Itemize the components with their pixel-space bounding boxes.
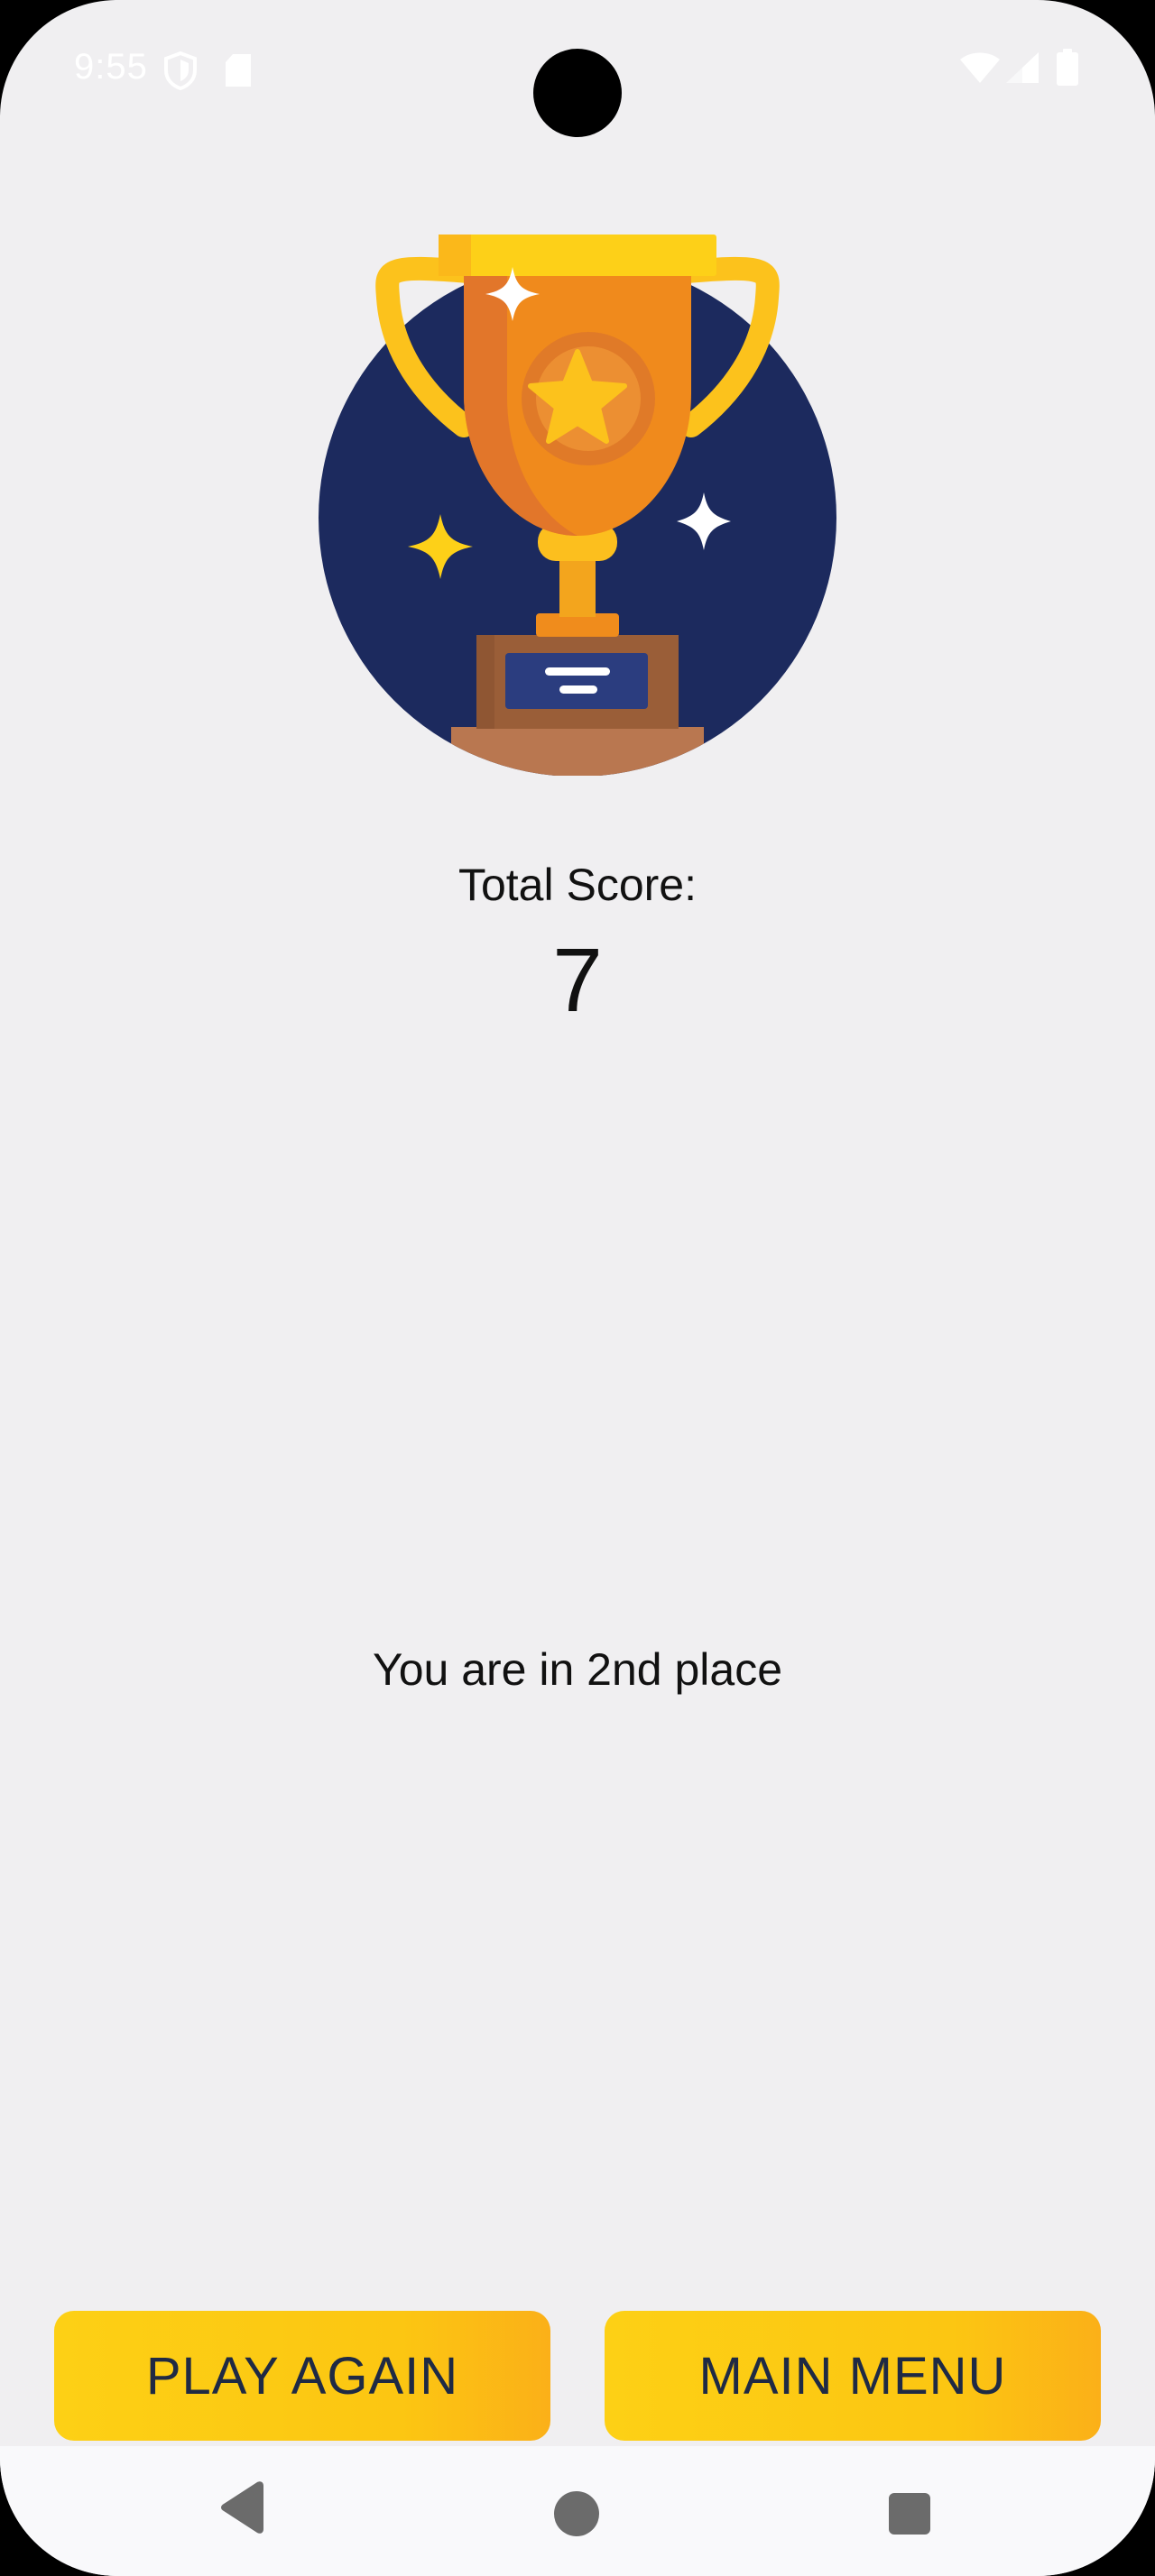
sd-card-icon [226, 54, 251, 87]
battery-icon [1057, 49, 1078, 86]
phone-screen: 9:55 Total Score: 7 You are in 2nd place… [0, 0, 1155, 2576]
camera-cutout [533, 49, 622, 137]
total-score-label: Total Score: [457, 860, 697, 910]
placement-text: You are in 2nd place [372, 1644, 783, 1695]
cell-signal-icon [1006, 52, 1039, 83]
play-again-button[interactable]: PLAY AGAIN [54, 2311, 550, 2441]
home-icon[interactable] [554, 2491, 599, 2536]
status-time: 9:55 [74, 47, 148, 87]
back-icon[interactable] [218, 2480, 267, 2535]
wifi-icon [960, 52, 1000, 83]
status-bar: 9:55 [0, 0, 1155, 137]
main-menu-button[interactable]: MAIN MENU [605, 2311, 1101, 2441]
recents-icon[interactable] [889, 2493, 930, 2535]
total-score-value: 7 [552, 930, 603, 1031]
trophy-icon [319, 235, 836, 776]
navigation-bar [0, 2446, 1155, 2576]
shield-icon [164, 51, 197, 90]
